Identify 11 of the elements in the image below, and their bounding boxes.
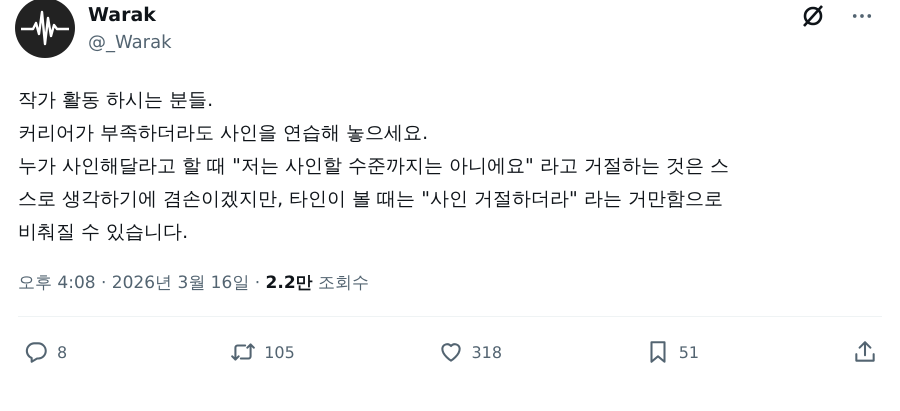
like-button[interactable]: 318	[438, 339, 538, 365]
post-meta: 오후 4:08 · 2026년 3월 16일 · 2.2만 조회수	[18, 272, 370, 294]
author-handle[interactable]: @_Warak	[88, 28, 172, 58]
repost-button[interactable]: 105	[230, 339, 330, 365]
post-text: 작가 활동 하시는 분들. 커리어가 부족하더라도 사인을 연습해 놓으세요. 누가 사인해달라고 할 때 "저는 사인할 수준까지는 아니에요" 라고 거절하는 것은 스 스로 생각하기에 겸손이겠지만, 타인이 볼 때는 "사인 거절하더라" 라는 거만함으로 비춰질 수 있습니다.	[18, 88, 730, 245]
bookmark-button[interactable]: 51	[644, 339, 745, 365]
author-name[interactable]: Warak	[88, 2, 172, 28]
avatar[interactable]	[15, 0, 75, 58]
reply-button[interactable]: 8	[23, 339, 123, 365]
more-icon[interactable]	[852, 13, 872, 19]
slashed-circle-icon[interactable]	[800, 3, 826, 29]
